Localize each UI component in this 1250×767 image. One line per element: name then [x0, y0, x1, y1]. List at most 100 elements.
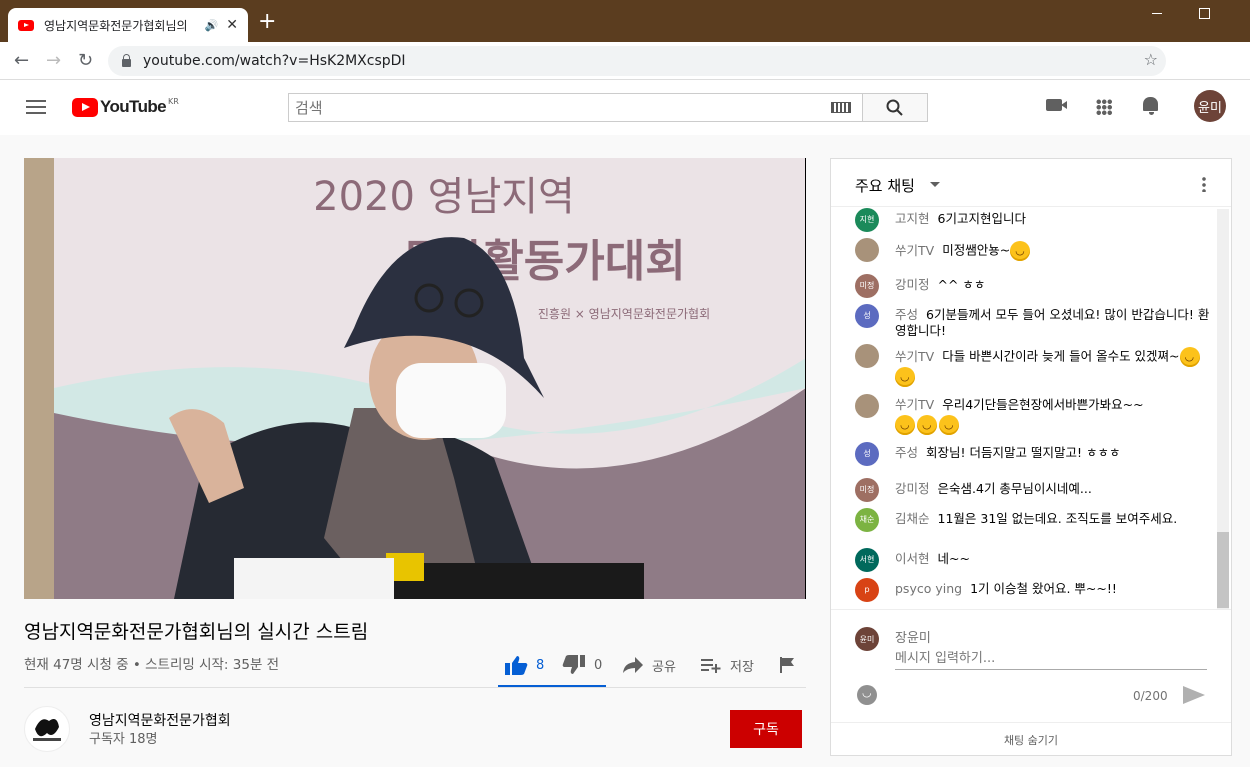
- smiley-emoji-icon: [917, 415, 937, 435]
- chat-message-body: 강미정 ^^ ㅎㅎ: [895, 277, 1215, 298]
- video-frame: 2020 영남지역 문화활동가대회 진흥원 × 영남지역문화전문가협회: [24, 158, 806, 599]
- channel-name[interactable]: 영남지역문화전문가협회: [89, 710, 231, 730]
- chat-author-avatar[interactable]: 지현: [855, 208, 879, 232]
- char-counter: 0/200: [1133, 689, 1168, 703]
- apps-grid-icon[interactable]: [1096, 99, 1112, 115]
- chat-message-body: 주성 회장님! 더듬지말고 떨지말고! ㅎㅎㅎ: [895, 445, 1215, 466]
- save-label: 저장: [730, 659, 754, 675]
- chat-message-body: 쑤기TV 우리4기단들은현장에서바쁜가봐요~~: [895, 397, 1215, 435]
- keyboard-icon[interactable]: [831, 102, 851, 113]
- banner-title-line1: 2020 영남지역: [313, 174, 575, 220]
- smiley-emoji-icon: [1010, 241, 1031, 261]
- audio-playing-icon[interactable]: 🔊: [205, 19, 219, 32]
- smiley-emoji-icon: [895, 415, 915, 435]
- chat-message-list: 지현고지현6기고지현입니다쑤기TV미정쌤안뇽~미정강미정^^ ㅎㅎ성주성6기분들…: [831, 207, 1221, 609]
- chat-author-avatar[interactable]: 성: [855, 304, 879, 328]
- browser-titlebar: 영남지역문화전문가협회님의 🔊 ✕ +: [0, 0, 1250, 42]
- youtube-play-icon: [72, 97, 98, 117]
- dislike-button[interactable]: 0: [562, 645, 602, 685]
- chat-author-avatar[interactable]: 미정: [855, 478, 879, 502]
- chat-author-name[interactable]: 강미정: [895, 481, 930, 496]
- chat-author-name[interactable]: 쑤기TV: [895, 349, 934, 364]
- notifications-bell-icon[interactable]: [1143, 97, 1160, 116]
- chat-author-name[interactable]: 주성: [895, 307, 918, 322]
- hide-chat-button[interactable]: 채팅 숨기기: [831, 722, 1231, 756]
- channel-logo-icon: [33, 719, 61, 741]
- chat-message-text: 다들 바쁜시간이라 늦게 들어 올수도 있겠쪄~: [942, 348, 1180, 364]
- chat-message-body: 이서현 네~~: [895, 551, 1215, 572]
- save-button[interactable]: 저장: [700, 645, 754, 685]
- chat-author-avatar[interactable]: 성: [855, 442, 879, 466]
- like-count: 8: [536, 657, 545, 673]
- chat-author-avatar[interactable]: 서현: [855, 548, 879, 572]
- chat-message: p psyco ying 1기 이승철 왔어요. 뿌~~!!: [855, 578, 1215, 602]
- hamburger-menu-icon[interactable]: [26, 100, 46, 114]
- chat-author-avatar[interactable]: p: [855, 578, 879, 602]
- chat-message-text: 11월은 31일 없는데요. 조직도를 보여주세요.: [937, 511, 1178, 526]
- bookmark-star-icon[interactable]: ☆: [1144, 50, 1158, 69]
- flag-icon: [780, 657, 794, 673]
- chat-author-name[interactable]: 쑤기TV: [895, 243, 934, 258]
- close-tab-icon[interactable]: ✕: [226, 17, 238, 33]
- chat-message: 쑤기TV 다들 바쁜시간이라 늦게 들어 올수도 있겠쪄~: [855, 344, 1215, 387]
- youtube-header: YouTube KR 윤미: [0, 80, 1250, 135]
- forward-arrow-icon[interactable]: →: [46, 50, 61, 71]
- like-button[interactable]: 8: [504, 645, 544, 685]
- share-arrow-icon: [623, 657, 643, 673]
- send-icon[interactable]: [1183, 686, 1205, 704]
- search-button[interactable]: [863, 93, 928, 122]
- chat-mode-selector[interactable]: 주요 채팅: [855, 175, 915, 196]
- chat-message-body: 고지현 6기고지현입니다: [895, 211, 1215, 232]
- chat-author-name[interactable]: 주성: [895, 445, 918, 460]
- video-player[interactable]: 2020 영남지역 문화활동가대회 진흥원 × 영남지역문화전문가협회: [24, 158, 806, 599]
- chat-header: 주요 채팅: [831, 159, 1231, 207]
- chat-author-name[interactable]: 쑤기TV: [895, 397, 934, 412]
- minimize-button[interactable]: [1152, 13, 1162, 14]
- youtube-logo[interactable]: YouTube KR: [72, 97, 179, 117]
- emoji-picker-icon[interactable]: [857, 685, 877, 705]
- chat-author-name[interactable]: 이서현: [895, 551, 930, 566]
- chat-author-name[interactable]: 고지현: [895, 211, 930, 226]
- create-video-icon[interactable]: [1046, 99, 1067, 111]
- chat-message-input[interactable]: [895, 648, 1207, 670]
- search-input[interactable]: [295, 98, 831, 117]
- subscriber-count: 구독자 18명: [89, 732, 158, 747]
- banner-subtitle: 진흥원 × 영남지역문화전문가협회: [538, 307, 710, 321]
- chevron-down-icon[interactable]: [930, 182, 940, 187]
- channel-avatar[interactable]: [24, 706, 70, 752]
- report-flag-button[interactable]: [778, 645, 796, 685]
- more-options-icon[interactable]: [1202, 176, 1206, 192]
- chat-message-text: 우리4기단들은현장에서바쁜가봐요~~: [942, 397, 1144, 412]
- back-arrow-icon[interactable]: ←: [14, 50, 29, 71]
- url-omnibox[interactable]: youtube.com/watch?v=HsK2MXcspDI ☆: [108, 46, 1166, 76]
- chat-author-name[interactable]: 강미정: [895, 277, 930, 292]
- chat-message-body: psyco ying 1기 이승철 왔어요. 뿌~~!!: [895, 581, 1215, 602]
- search-box: [288, 93, 863, 122]
- chat-message-text: 미정쌤안뇽~: [942, 242, 1011, 258]
- chat-message-text: 은숙샘.4기 총무님이시네예...: [937, 481, 1092, 496]
- chat-message-body: 쑤기TV 미정쌤안뇽~: [895, 241, 1215, 262]
- chat-message: 서현 이서현 네~~: [855, 548, 1215, 572]
- chat-message-text: 네~~: [937, 551, 970, 566]
- chat-author-name[interactable]: psyco ying: [895, 581, 962, 596]
- chat-message-text: 6기분들께서 모두 들어 오셨네요! 많이 반갑습니다! 환영합니다!: [895, 307, 1210, 338]
- chat-author-avatar[interactable]: 채순: [855, 508, 879, 532]
- chat-message-text: ^^ ㅎㅎ: [937, 277, 986, 292]
- chat-scrollbar-thumb[interactable]: [1217, 532, 1229, 608]
- logo-text: YouTube: [100, 97, 167, 116]
- subscribe-button[interactable]: 구독: [730, 710, 802, 748]
- chat-author-name[interactable]: 김채순: [895, 511, 930, 526]
- maximize-button[interactable]: [1199, 8, 1210, 19]
- chat-author-avatar[interactable]: 미정: [855, 274, 879, 298]
- share-button[interactable]: 공유: [622, 645, 676, 685]
- chat-message-body: 강미정 은숙샘.4기 총무님이시네예...: [895, 481, 1215, 502]
- reload-icon[interactable]: ↻: [78, 50, 93, 71]
- chat-message: 성 주성 6기분들께서 모두 들어 오셨네요! 많이 반갑습니다! 환영합니다!: [855, 304, 1215, 339]
- browser-tab[interactable]: 영남지역문화전문가협회님의 🔊 ✕: [8, 8, 248, 42]
- chat-author-avatar[interactable]: [855, 394, 879, 418]
- smiley-emoji-icon: [895, 367, 915, 387]
- chat-author-avatar[interactable]: [855, 344, 879, 368]
- new-tab-button[interactable]: +: [258, 9, 276, 34]
- chat-author-avatar[interactable]: [855, 238, 879, 262]
- account-avatar[interactable]: 윤미: [1194, 90, 1226, 122]
